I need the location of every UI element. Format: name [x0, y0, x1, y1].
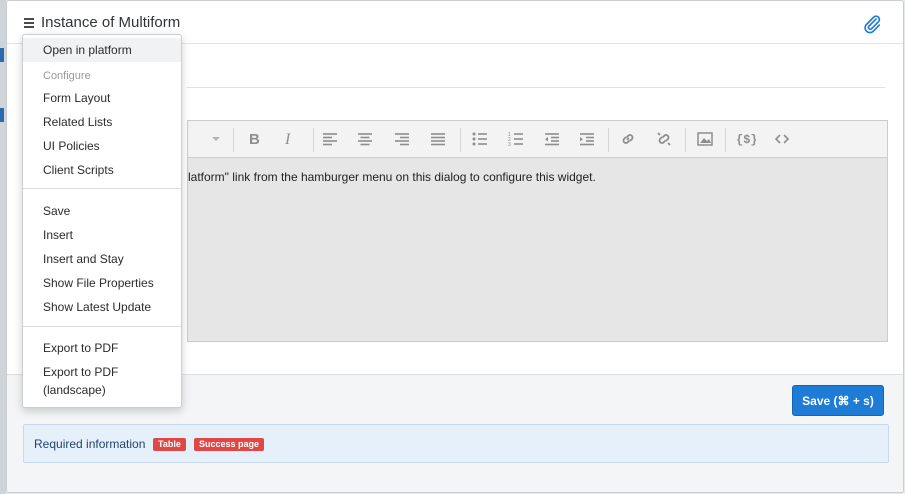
- indent-icon[interactable]: [576, 128, 598, 150]
- toolbar-separator: [233, 128, 234, 152]
- code-braces-icon[interactable]: {$}: [734, 128, 758, 150]
- italic-icon[interactable]: I: [278, 128, 300, 150]
- menu-item-ui-policies[interactable]: UI Policies: [43, 137, 100, 155]
- svg-text:I: I: [284, 131, 291, 147]
- menu-item-related-lists[interactable]: Related Lists: [43, 113, 112, 131]
- menu-item-form-layout[interactable]: Form Layout: [43, 89, 110, 107]
- svg-text:B: B: [249, 131, 260, 147]
- toolbar-separator: [685, 128, 686, 152]
- save-button[interactable]: Save (⌘ + s): [792, 385, 884, 416]
- menu-item-export-to-pdf-landscape-suffix[interactable]: (landscape): [43, 381, 106, 399]
- toolbar-separator: [608, 128, 609, 152]
- menu-item-export-to-pdf-landscape[interactable]: Export to PDF: [43, 363, 118, 381]
- background-page-fragment: [0, 48, 4, 62]
- menu-item-export-to-pdf[interactable]: Export to PDF: [43, 339, 118, 357]
- menu-item-show-latest-update[interactable]: Show Latest Update: [43, 298, 151, 316]
- menu-item-save[interactable]: Save: [43, 202, 70, 220]
- align-center-icon[interactable]: [354, 128, 376, 150]
- hamburger-menu-icon[interactable]: [18, 11, 38, 33]
- form-field-divider: [187, 87, 885, 88]
- menu-item-open-in-platform[interactable]: Open in platform: [23, 38, 181, 62]
- paperclip-icon[interactable]: [861, 13, 883, 35]
- required-info-bar: Required information Table Success page: [23, 424, 889, 463]
- background-page-fragment: [0, 108, 4, 122]
- menu-item-show-file-properties[interactable]: Show File Properties: [43, 274, 154, 292]
- source-code-icon[interactable]: [771, 128, 793, 150]
- outdent-icon[interactable]: [541, 128, 563, 150]
- hamburger-dropdown-menu: Open in platform Configure Form Layout R…: [22, 34, 182, 408]
- bullet-list-icon[interactable]: [469, 128, 491, 150]
- menu-item-client-scripts[interactable]: Client Scripts: [43, 161, 114, 179]
- link-icon[interactable]: [617, 128, 639, 150]
- dropdown-caret-icon[interactable]: [208, 128, 224, 150]
- dialog-title: Instance of Multiform: [41, 14, 181, 31]
- required-information-link[interactable]: Required information: [34, 437, 145, 451]
- align-left-icon[interactable]: [319, 128, 341, 150]
- rich-text-editor[interactable]: B I 123 {$} latform" link from the hambu…: [187, 120, 888, 342]
- toolbar-separator: [460, 128, 461, 152]
- editor-content[interactable]: latform" link from the hamburger menu on…: [188, 170, 596, 184]
- menu-item-insert-and-stay[interactable]: Insert and Stay: [43, 250, 124, 268]
- image-icon[interactable]: [694, 128, 716, 150]
- badge-success-page[interactable]: Success page: [194, 438, 265, 451]
- menu-divider: [23, 326, 181, 327]
- menu-item-insert[interactable]: Insert: [43, 226, 73, 244]
- svg-text:{$}: {$}: [736, 133, 756, 146]
- bold-icon[interactable]: B: [243, 128, 265, 150]
- justify-icon[interactable]: [427, 128, 449, 150]
- toolbar-separator: [313, 128, 314, 152]
- menu-divider: [23, 188, 181, 189]
- align-right-icon[interactable]: [391, 128, 413, 150]
- editor-toolbar: B I 123 {$}: [188, 121, 887, 158]
- menu-section-configure: Configure: [43, 70, 91, 82]
- unlink-icon[interactable]: [653, 128, 675, 150]
- toolbar-separator: [725, 128, 726, 152]
- badge-table[interactable]: Table: [153, 438, 186, 451]
- numbered-list-icon[interactable]: 123: [505, 128, 527, 150]
- svg-text:3: 3: [508, 142, 511, 146]
